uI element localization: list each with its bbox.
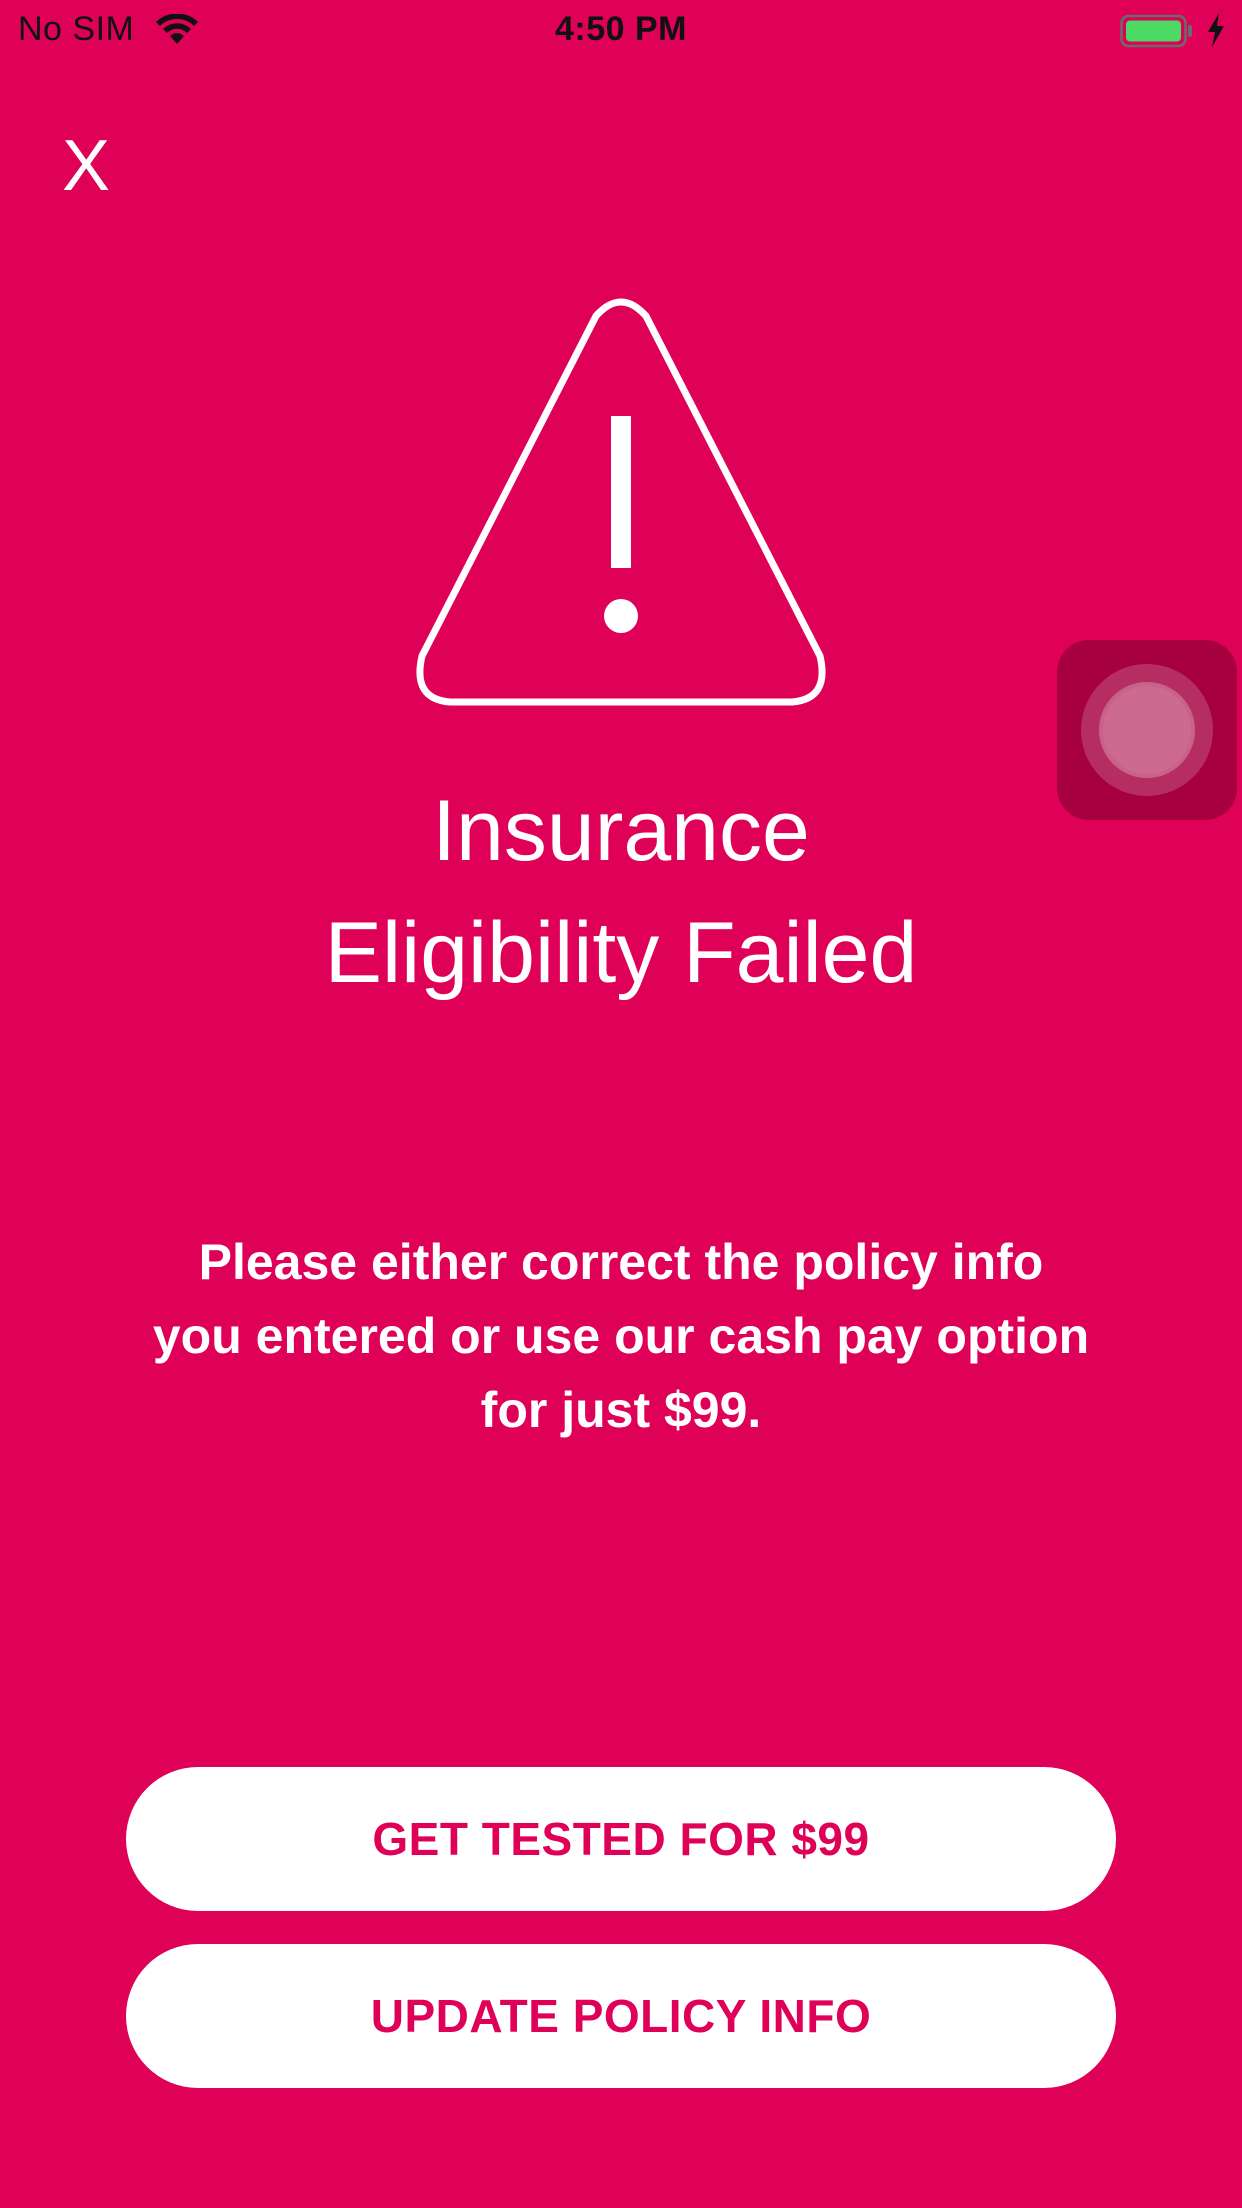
close-button[interactable]: X bbox=[50, 130, 122, 202]
error-description: Please either correct the policy info yo… bbox=[152, 1234, 1090, 1438]
status-bar: No SIM 4:50 PM bbox=[0, 0, 1242, 60]
assistive-touch-dot bbox=[1103, 686, 1191, 774]
title-line-1: Insurance bbox=[432, 783, 810, 879]
page-title: Insurance Eligibility Failed bbox=[0, 770, 1242, 1014]
charging-bolt-icon bbox=[1208, 13, 1224, 47]
assistive-touch-button[interactable] bbox=[1057, 640, 1237, 820]
get-tested-button[interactable]: GET TESTED FOR $99 bbox=[126, 1767, 1116, 1911]
warning-triangle-icon bbox=[416, 298, 826, 706]
battery-icon bbox=[1120, 14, 1192, 48]
update-policy-button[interactable]: UPDATE POLICY INFO bbox=[126, 1944, 1116, 2088]
battery-level bbox=[1126, 20, 1181, 42]
clock: 4:50 PM bbox=[555, 10, 687, 48]
title-line-2: Eligibility Failed bbox=[324, 905, 918, 1001]
